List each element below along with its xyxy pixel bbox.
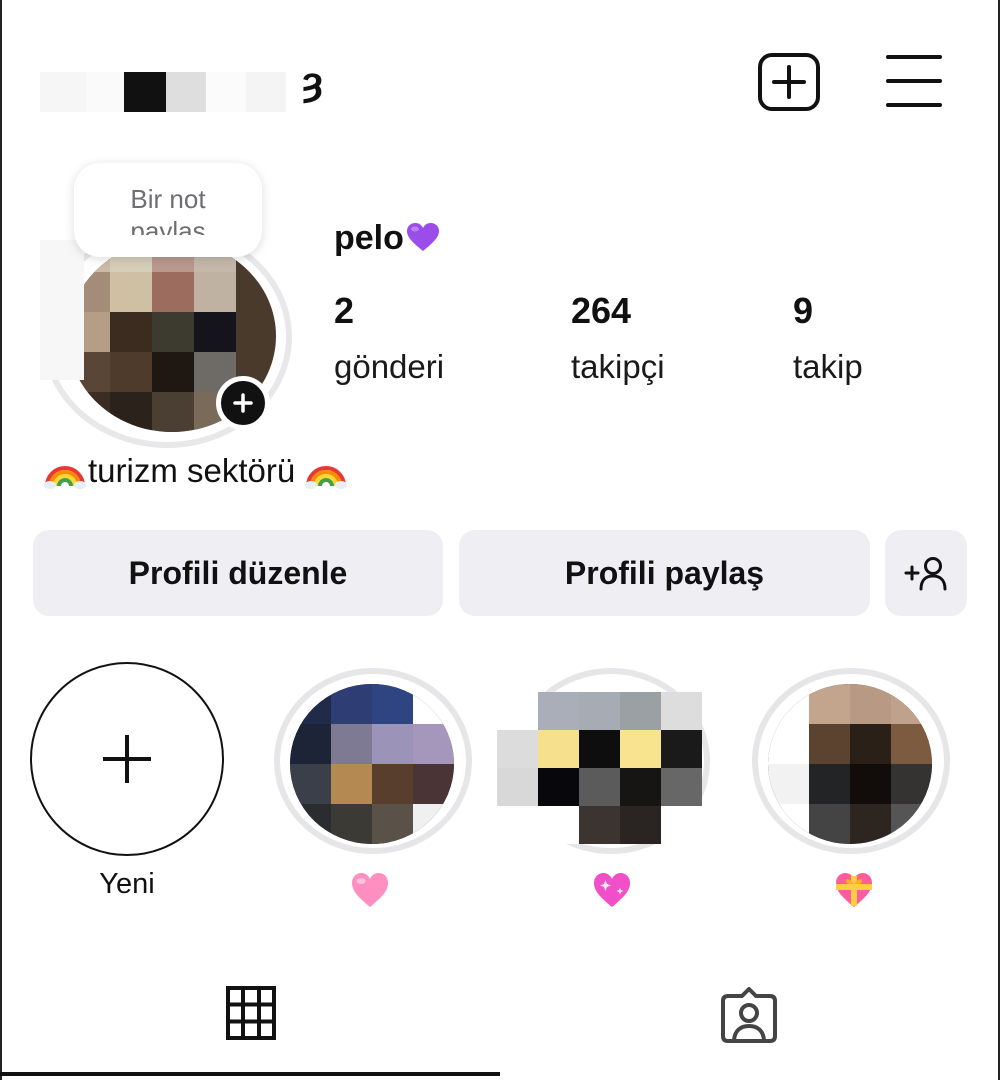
- active-tab-indicator: [0, 1072, 500, 1076]
- plus-icon: [772, 65, 806, 99]
- following-label: takip: [793, 348, 863, 385]
- share-note-bubble[interactable]: Bir not paylaş: [74, 163, 262, 257]
- highlight-3[interactable]: [768, 684, 932, 844]
- rainbow-icon: [305, 466, 348, 489]
- display-name-row: pelo: [334, 219, 440, 258]
- discover-people-button[interactable]: [885, 530, 967, 616]
- avatar-blur-edge: [40, 240, 84, 380]
- hamburger-line: [886, 79, 942, 83]
- username-fragment: ȝ: [302, 60, 323, 104]
- bio: turizm sektörü: [44, 452, 348, 490]
- stat-following[interactable]: 9 takip: [793, 290, 863, 386]
- menu-button[interactable]: [886, 55, 942, 107]
- followers-count: 264: [571, 290, 632, 331]
- grid-icon[interactable]: [226, 986, 276, 1040]
- plus-icon: [103, 735, 151, 783]
- highlight-1[interactable]: [290, 684, 454, 844]
- note-line-2: paylaş: [130, 216, 206, 235]
- purple-heart-icon: [406, 223, 439, 251]
- heart-with-ribbon-icon: [836, 873, 872, 907]
- edit-profile-button[interactable]: Profili düzenle: [33, 530, 443, 616]
- plus-icon: [233, 393, 253, 413]
- hamburger-line: [886, 55, 942, 59]
- stat-posts[interactable]: 2 gönderi: [334, 290, 444, 386]
- username-redacted[interactable]: [40, 72, 286, 112]
- sparkling-heart-icon: [594, 873, 630, 907]
- note-line-1: Bir not: [130, 184, 206, 214]
- hamburger-line: [886, 103, 942, 107]
- new-highlight-label: Yeni: [99, 868, 155, 900]
- bio-text: turizm sektörü: [88, 452, 296, 489]
- display-name: pelo: [334, 219, 404, 257]
- add-person-icon: [904, 557, 947, 591]
- following-count: 9: [793, 290, 814, 331]
- new-post-button[interactable]: [758, 53, 820, 111]
- highlight-2[interactable]: [497, 692, 703, 844]
- add-story-button[interactable]: [216, 376, 270, 430]
- stat-followers[interactable]: 264 takipçi: [571, 290, 665, 386]
- tagged-person-icon[interactable]: [720, 986, 778, 1044]
- posts-label: gönderi: [334, 348, 445, 385]
- followers-label: takipçi: [571, 348, 665, 385]
- rainbow-icon: [44, 466, 86, 489]
- pink-heart-icon: [352, 873, 388, 907]
- posts-count: 2: [334, 290, 355, 331]
- new-highlight-button[interactable]: [30, 662, 224, 856]
- share-profile-button[interactable]: Profili paylaş: [459, 530, 870, 616]
